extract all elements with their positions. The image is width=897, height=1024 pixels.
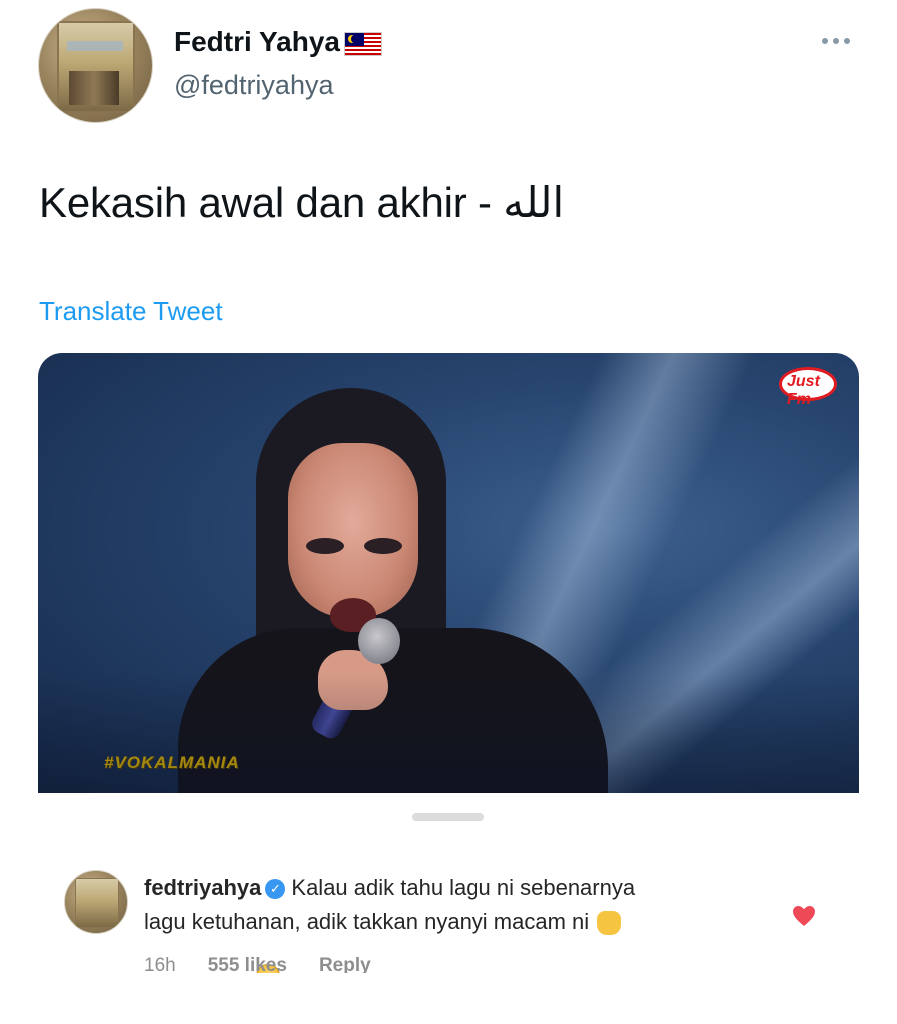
comment-username[interactable]: fedtriyahya [144,875,261,900]
avatar-book-image [57,21,135,113]
sheet-drag-handle[interactable] [412,813,484,821]
comment-time: 16h [144,955,176,973]
hashtag-overlay: #VOKALMANIA [104,753,240,772]
singer-image [178,388,608,793]
comment-sheet: fedtriyahya ✓ Kalau adik tahu lagu ni sebe… [38,793,859,973]
tweet-media-card[interactable]: Just Fm #VOKALMANIA fedtriyahya ✓ Kalau ad… [38,353,859,973]
user-handle[interactable]: @fedtriyahya [174,70,333,101]
reply-button[interactable]: Reply [319,955,371,973]
comment-line-2: lagu ketuhanan, adik takkan nyanyi macam… [144,909,622,973]
comment-likes[interactable]: 555 likes [208,955,287,973]
comment-text-1: Kalau adik tahu lagu ni sebenarnya [291,875,636,900]
malaysia-flag-icon [344,31,383,56]
channel-logo-text: Just Fm [787,373,820,408]
comment-text-2: lagu ketuhanan, adik takkan nyanyi macam… [144,909,590,934]
microphone-icon [358,618,400,664]
verified-badge-icon: ✓ [265,879,286,900]
more-options-icon[interactable] [818,34,854,48]
comment-avatar[interactable] [64,870,128,934]
comment-meta: 16h 555 likes Reply [144,955,371,973]
comment-line-1: fedtriyahya ✓ Kalau adik tahu lagu ni sebe… [144,875,635,901]
video-frame[interactable]: Just Fm #VOKALMANIA [38,353,859,793]
tweet-text: Kekasih awal dan akhir - الله [39,179,565,226]
heart-icon[interactable] [792,905,816,927]
display-name-text: Fedtri Yahya [174,26,341,57]
display-name[interactable]: Fedtri Yahya [174,26,383,58]
channel-logo: Just Fm [773,361,843,408]
tweet-header: Fedtri Yahya @fedtriyahya [38,6,868,124]
translate-tweet-link[interactable]: Translate Tweet [39,296,223,327]
avatar[interactable] [38,8,153,123]
raised-hands-emoji-icon [597,911,622,936]
